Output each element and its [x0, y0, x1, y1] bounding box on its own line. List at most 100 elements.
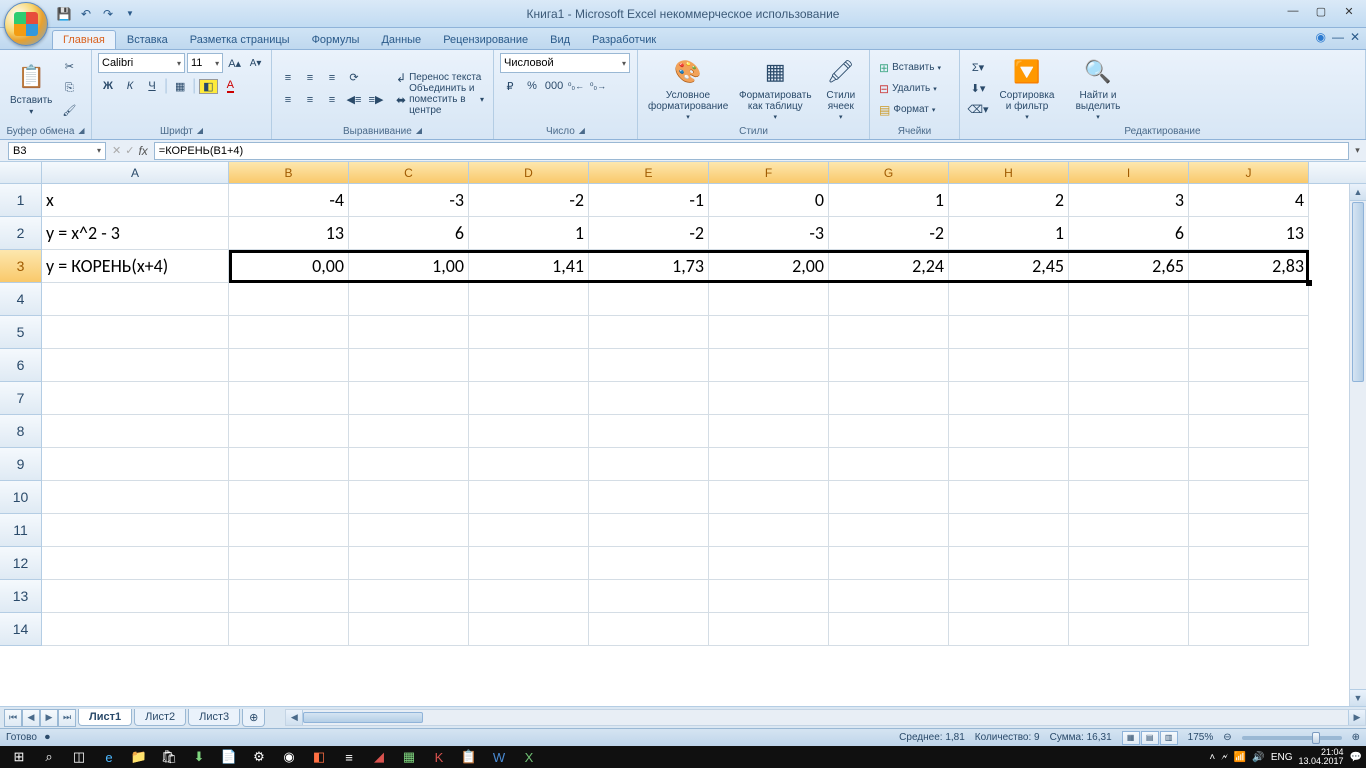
horizontal-scrollbar[interactable]: ◀ ▶ — [285, 709, 1366, 726]
cell[interactable] — [349, 481, 469, 514]
cell[interactable] — [469, 580, 589, 613]
tray-chevron-icon[interactable]: ˄ — [1209, 752, 1215, 763]
cell[interactable] — [829, 613, 949, 646]
increase-decimal-icon[interactable]: ⁰₀← — [566, 76, 586, 96]
autosum-icon[interactable]: Σ▾ — [966, 58, 990, 78]
vscroll-thumb[interactable] — [1352, 202, 1364, 382]
zoom-in-icon[interactable]: ⊕ — [1352, 732, 1360, 743]
cell[interactable] — [229, 514, 349, 547]
cell[interactable] — [709, 547, 829, 580]
cell[interactable] — [42, 415, 229, 448]
scroll-down-icon[interactable]: ▼ — [1350, 689, 1366, 706]
cell[interactable] — [1189, 514, 1309, 547]
grow-font-icon[interactable]: A▴ — [225, 53, 244, 73]
cell[interactable] — [949, 580, 1069, 613]
row-header-13[interactable]: 13 — [0, 580, 42, 613]
sheet-nav-last-icon[interactable]: ⏭ — [58, 709, 76, 727]
cell[interactable] — [469, 448, 589, 481]
cell-styles-button[interactable]: 🖍 Стили ячеек▾ — [819, 54, 863, 124]
cell-i2[interactable]: 6 — [1069, 217, 1189, 250]
cell[interactable] — [42, 580, 229, 613]
cell[interactable] — [42, 349, 229, 382]
cell[interactable] — [42, 613, 229, 646]
cell-g2[interactable]: -2 — [829, 217, 949, 250]
app-icon[interactable]: ◢ — [364, 747, 394, 767]
app-icon[interactable]: ≡ — [334, 747, 364, 767]
cell[interactable] — [42, 382, 229, 415]
cell-d2[interactable]: 1 — [469, 217, 589, 250]
align-right-icon[interactable]: ≡ — [322, 90, 342, 110]
cell[interactable] — [229, 481, 349, 514]
cell[interactable] — [42, 316, 229, 349]
format-painter-icon[interactable]: 🖌 — [59, 101, 79, 121]
row-header-8[interactable]: 8 — [0, 415, 42, 448]
formula-input[interactable]: =КОРЕНЬ(B1+4) — [154, 142, 1349, 160]
number-dialog-icon[interactable]: ◢ — [579, 126, 585, 137]
store-icon[interactable]: 🛍 — [154, 747, 184, 767]
cell[interactable] — [829, 382, 949, 415]
cell[interactable] — [1069, 547, 1189, 580]
save-icon[interactable]: 💾 — [54, 4, 74, 24]
new-sheet-button[interactable]: ⊕ — [242, 709, 265, 727]
col-header-h[interactable]: H — [949, 162, 1069, 183]
tab-view[interactable]: Вид — [539, 30, 581, 49]
cell-f1[interactable]: 0 — [709, 184, 829, 217]
sheet-nav-first-icon[interactable]: ⏮ — [4, 709, 22, 727]
cell[interactable] — [829, 283, 949, 316]
font-size-combo[interactable]: 11▾ — [187, 53, 223, 73]
cell-a3[interactable]: y = КОРЕНЬ(x+4) — [42, 250, 229, 283]
cell[interactable] — [589, 514, 709, 547]
cell[interactable] — [829, 547, 949, 580]
cell[interactable] — [229, 316, 349, 349]
cell[interactable] — [349, 448, 469, 481]
cell[interactable] — [1189, 349, 1309, 382]
cell-i3[interactable]: 2,65 — [1069, 250, 1189, 283]
tab-formulas[interactable]: Формулы — [301, 30, 371, 49]
clipboard-dialog-icon[interactable]: ◢ — [78, 126, 84, 137]
undo-icon[interactable]: ↶ — [76, 4, 96, 24]
sheet-nav-prev-icon[interactable]: ◀ — [22, 709, 40, 727]
indent-increase-icon[interactable]: ≡▶ — [366, 90, 386, 110]
align-center-icon[interactable]: ≡ — [300, 90, 320, 110]
cut-icon[interactable]: ✂ — [59, 57, 79, 77]
cell[interactable] — [949, 349, 1069, 382]
cell[interactable] — [829, 481, 949, 514]
cell-c1[interactable]: -3 — [349, 184, 469, 217]
cell[interactable] — [949, 316, 1069, 349]
page-break-view-icon[interactable]: ▥ — [1160, 731, 1178, 745]
cell[interactable] — [229, 613, 349, 646]
cell[interactable] — [1189, 613, 1309, 646]
cell[interactable] — [349, 547, 469, 580]
cell[interactable] — [1189, 283, 1309, 316]
cell[interactable] — [229, 349, 349, 382]
col-header-f[interactable]: F — [709, 162, 829, 183]
zoom-out-icon[interactable]: ⊖ — [1223, 732, 1231, 743]
app-icon[interactable]: ⚙ — [244, 747, 274, 767]
app-icon[interactable]: 📋 — [454, 747, 484, 767]
scroll-up-icon[interactable]: ▲ — [1350, 184, 1366, 201]
expand-formula-bar-icon[interactable]: ▾ — [1349, 145, 1366, 156]
qat-customize-icon[interactable]: ▼ — [120, 4, 140, 24]
border-icon[interactable]: ▦ — [170, 76, 190, 96]
cell-g3[interactable]: 2,24 — [829, 250, 949, 283]
row-header-9[interactable]: 9 — [0, 448, 42, 481]
col-header-b[interactable]: B — [229, 162, 349, 183]
tab-developer[interactable]: Разработчик — [581, 30, 667, 49]
col-header-g[interactable]: G — [829, 162, 949, 183]
page-layout-view-icon[interactable]: ▤ — [1141, 731, 1159, 745]
currency-icon[interactable]: ₽ — [500, 76, 520, 96]
fill-color-icon[interactable]: ◧ — [198, 76, 218, 96]
cell-h3[interactable]: 2,45 — [949, 250, 1069, 283]
cell[interactable] — [1069, 613, 1189, 646]
cell[interactable] — [949, 514, 1069, 547]
cell[interactable] — [709, 481, 829, 514]
format-cells-button[interactable]: ▤Формат▾ — [876, 100, 944, 120]
cell[interactable] — [1069, 448, 1189, 481]
cell-b1[interactable]: -4 — [229, 184, 349, 217]
minimize-ribbon-icon[interactable]: — — [1332, 30, 1344, 44]
sheet-tab-1[interactable]: Лист1 — [78, 709, 132, 726]
scroll-right-icon[interactable]: ▶ — [1348, 710, 1365, 725]
cell[interactable] — [589, 382, 709, 415]
percent-icon[interactable]: % — [522, 76, 542, 96]
vertical-scrollbar[interactable]: ▲ ▼ — [1349, 184, 1366, 706]
